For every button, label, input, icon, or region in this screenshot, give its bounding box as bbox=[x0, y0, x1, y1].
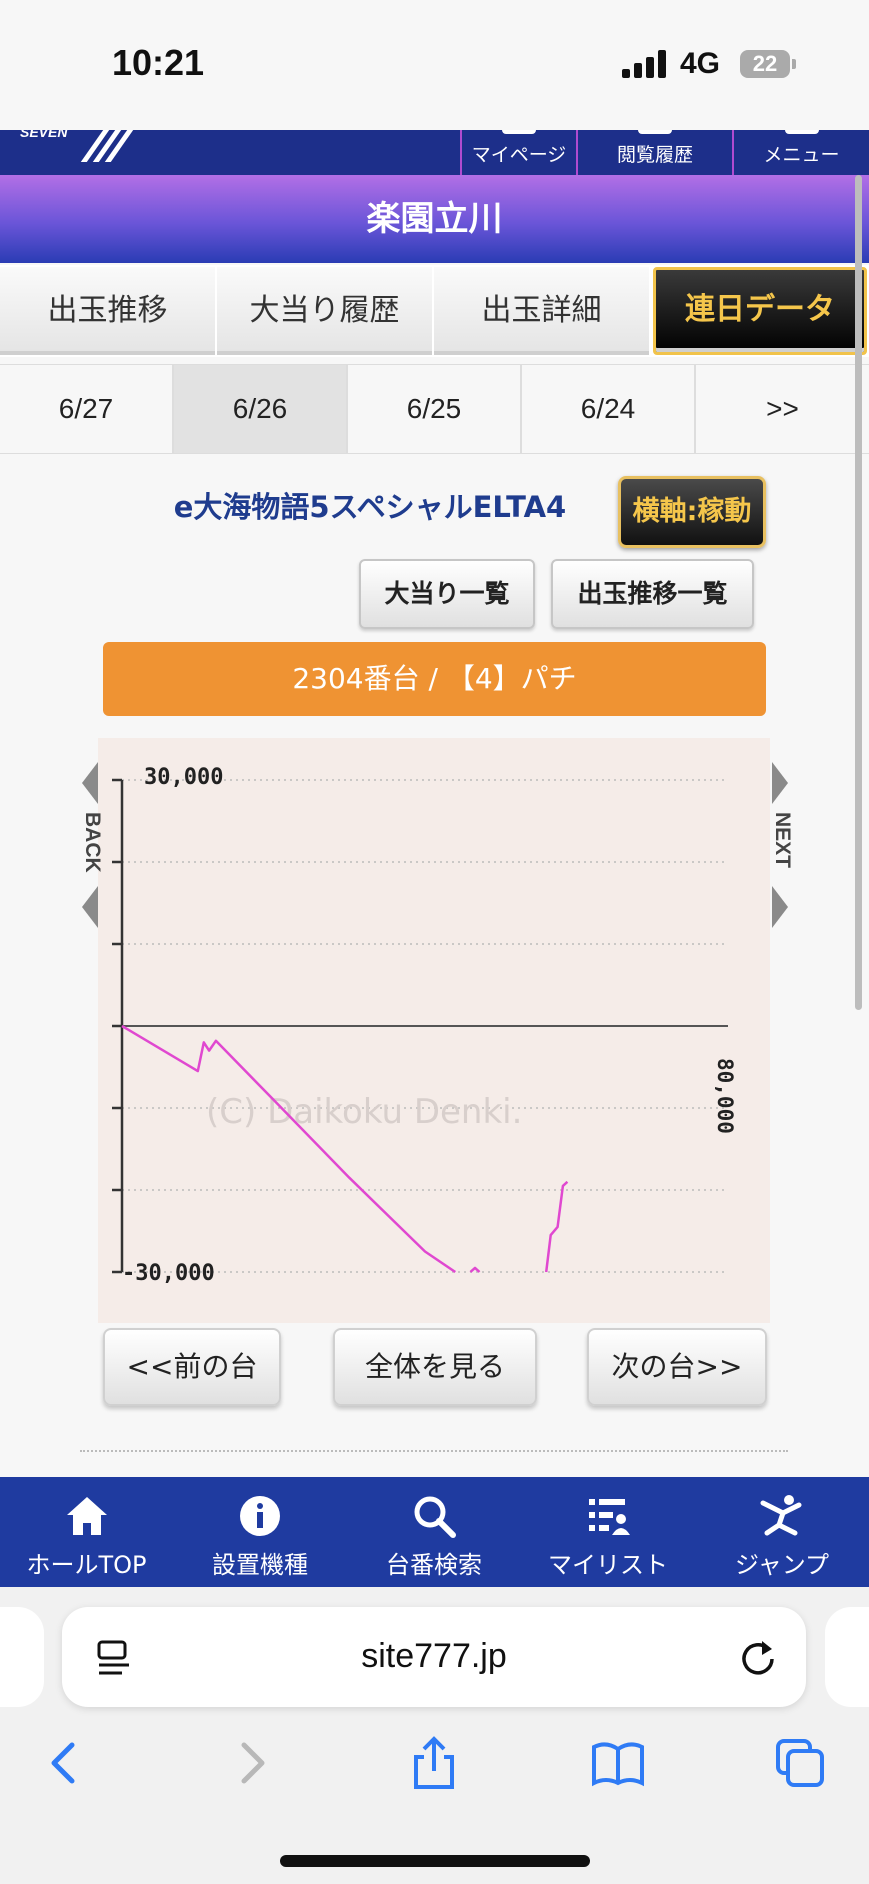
series-line bbox=[121, 1024, 457, 1274]
axis-toggle-button[interactable]: 横軸:稼動 bbox=[618, 476, 766, 548]
status-time: 10:21 bbox=[112, 42, 205, 83]
nav-jump[interactable]: ジャンプ bbox=[695, 1477, 869, 1587]
home-icon bbox=[66, 1497, 107, 1535]
nav-installed-machines[interactable]: 設置機種 bbox=[173, 1477, 347, 1587]
home-indicator bbox=[280, 1855, 590, 1867]
tab-jackpot-history[interactable]: 大当り履歴 bbox=[217, 267, 434, 355]
series-line bbox=[544, 1180, 569, 1273]
list-icon bbox=[589, 1499, 630, 1535]
logo-stripe bbox=[72, 130, 134, 162]
x-right-label: 80,000 bbox=[713, 1058, 737, 1134]
bookmarks-icon[interactable] bbox=[590, 1735, 646, 1791]
signal-icon bbox=[622, 50, 668, 78]
nav-unit-search[interactable]: 台番検索 bbox=[347, 1477, 521, 1587]
nav-label: マイリスト bbox=[548, 1551, 668, 1579]
date-more-button[interactable]: >> bbox=[696, 365, 869, 453]
back-label[interactable]: BACK bbox=[80, 812, 104, 873]
jump-icon bbox=[760, 1495, 802, 1536]
reload-icon[interactable] bbox=[738, 1637, 778, 1677]
date-tab[interactable]: 6/24 bbox=[522, 365, 696, 453]
divider bbox=[80, 1450, 788, 1452]
payout-chart: (C) Daikoku Denki. 30,000 -30,000 80,000 bbox=[98, 738, 770, 1323]
url-text[interactable]: site777.jp bbox=[62, 1637, 806, 1676]
y-bottom-label: -30,000 bbox=[122, 1261, 215, 1286]
menu-button[interactable]: メニュー bbox=[732, 130, 869, 175]
date-tab[interactable]: 6/25 bbox=[348, 365, 522, 453]
status-bar: 10:21 4G 22 bbox=[0, 0, 869, 130]
chart-svg: (C) Daikoku Denki. 30,000 -30,000 80,000 bbox=[112, 765, 737, 1286]
tabs-icon[interactable] bbox=[772, 1735, 828, 1791]
date-selector: 6/27 6/26 6/25 6/24 >> bbox=[0, 364, 869, 454]
logo-icon: SEVEN bbox=[20, 130, 68, 140]
tab-bar: 出玉推移 大当り履歴 出玉詳細 連日データ bbox=[0, 265, 869, 357]
machine-name[interactable]: e大海物語5スペシャルELTA4 bbox=[120, 484, 620, 526]
y-top-label: 30,000 bbox=[144, 765, 223, 790]
nav-label: ホールTOP bbox=[26, 1551, 147, 1579]
site-header: SEVEN マイページ 閲覧履歴 メニュー bbox=[0, 130, 869, 175]
chart-watermark: (C) Daikoku Denki. bbox=[206, 1092, 522, 1132]
unit-banner: 2304番台 / 【4】パチ bbox=[103, 642, 766, 716]
series-line bbox=[469, 1266, 481, 1273]
info-icon bbox=[240, 1496, 280, 1536]
bottom-nav: ホールTOP 設置機種 台番検索 マイリスト ジャンプ bbox=[0, 1477, 869, 1587]
prev-tab-pill[interactable] bbox=[0, 1607, 44, 1707]
mypage-button[interactable]: マイページ bbox=[460, 130, 576, 175]
browser-toolbar: site777.jp bbox=[0, 1587, 869, 1884]
tab-daily-data[interactable]: 連日データ bbox=[653, 267, 867, 355]
search-icon bbox=[414, 1496, 456, 1538]
hall-title: 楽園立川 bbox=[0, 175, 869, 263]
nav-label: 設置機種 bbox=[212, 1551, 308, 1579]
jackpot-list-button[interactable]: 大当り一覧 bbox=[359, 559, 535, 629]
date-tab[interactable]: 6/27 bbox=[0, 365, 174, 453]
share-icon[interactable] bbox=[406, 1735, 462, 1791]
prev-machine-button[interactable]: <<前の台 bbox=[103, 1328, 281, 1406]
scrollbar[interactable] bbox=[855, 175, 862, 1010]
nav-label: 台番検索 bbox=[386, 1551, 482, 1579]
payout-list-button[interactable]: 出玉推移一覧 bbox=[551, 559, 754, 629]
history-button[interactable]: 閲覧履歴 bbox=[576, 130, 732, 175]
next-tab-pill[interactable] bbox=[825, 1607, 869, 1707]
battery-icon: 22 bbox=[740, 50, 796, 78]
back-icon[interactable] bbox=[36, 1735, 92, 1791]
view-all-button[interactable]: 全体を見る bbox=[333, 1328, 537, 1406]
date-tab[interactable]: 6/26 bbox=[174, 365, 348, 453]
nav-hall-top[interactable]: ホールTOP bbox=[0, 1477, 173, 1587]
tab-payout-detail[interactable]: 出玉詳細 bbox=[434, 267, 651, 355]
forward-icon[interactable] bbox=[224, 1735, 280, 1791]
address-bar[interactable]: site777.jp bbox=[62, 1607, 806, 1707]
nav-my-list[interactable]: マイリスト bbox=[521, 1477, 695, 1587]
next-machine-button[interactable]: 次の台>> bbox=[587, 1328, 767, 1406]
network-label: 4G bbox=[680, 47, 721, 80]
next-label[interactable]: NEXT bbox=[770, 812, 794, 868]
nav-label: ジャンプ bbox=[734, 1551, 830, 1579]
tab-payout-transition[interactable]: 出玉推移 bbox=[0, 267, 217, 355]
